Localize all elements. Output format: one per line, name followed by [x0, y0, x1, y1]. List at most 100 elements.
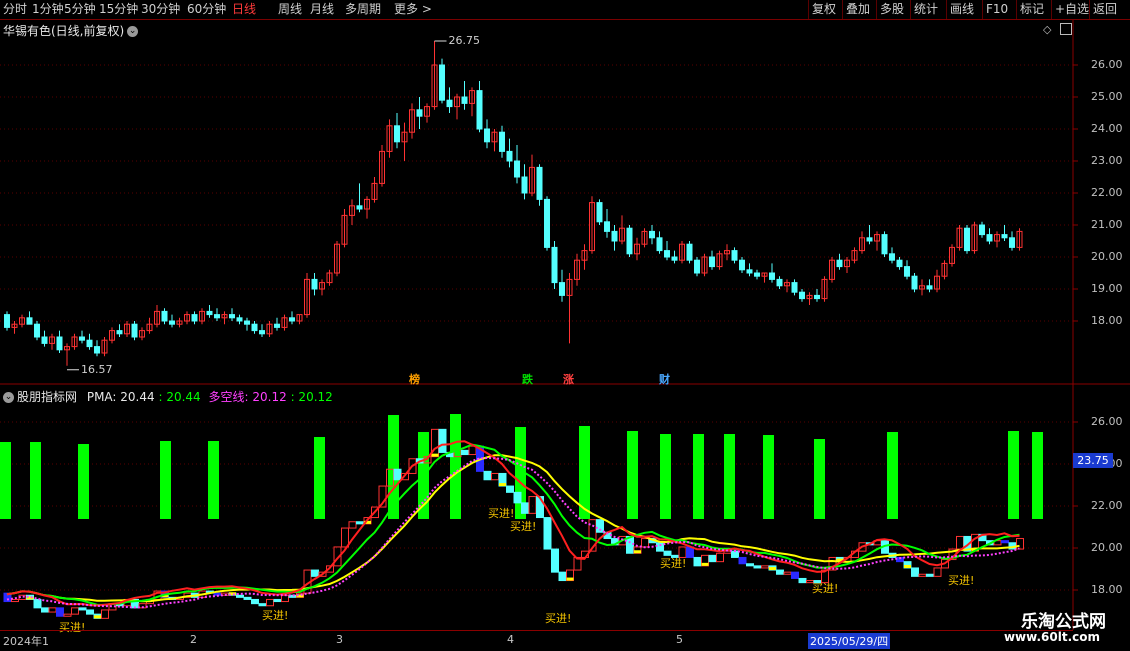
candle-body	[536, 166, 543, 200]
indicator-candle	[761, 565, 769, 569]
indicator-candle	[71, 607, 79, 615]
candle-body	[116, 330, 123, 335]
date-axis: 2024年1 2 3 4 5 2025/05/29/四	[0, 630, 1073, 651]
candle-body	[814, 294, 820, 300]
indicator-candle	[753, 565, 762, 569]
indicator-candle	[483, 470, 492, 481]
indicator-layer	[0, 414, 1043, 619]
indicator-candle	[528, 496, 537, 514]
event-marker[interactable]: 涨	[563, 371, 574, 387]
indicator-candle	[1016, 538, 1024, 550]
indicator-candle	[491, 472, 499, 481]
indicator-candle	[258, 603, 267, 607]
candle-body	[664, 250, 670, 258]
candle-body	[26, 317, 33, 325]
candle-body	[259, 330, 265, 335]
pma-label: PMA: 20.44	[86, 390, 155, 404]
indicator-candle	[266, 598, 274, 607]
indicator-flag	[634, 550, 641, 554]
indicator-title[interactable]: ⌄ 股朋指标网 PMA: 20.44 : 20.44 多空线: 20.12 : 2…	[3, 388, 333, 405]
signal-bar	[78, 444, 89, 519]
candle-body	[926, 285, 933, 290]
candle-body	[311, 278, 318, 290]
candle-body	[754, 272, 760, 277]
low-price-label: 16.57	[81, 362, 113, 376]
candle-body	[251, 323, 258, 332]
date-label: 3	[336, 633, 343, 646]
indicator-candle	[791, 571, 799, 579]
signal-bar	[1008, 431, 1019, 519]
candle-body	[979, 224, 985, 236]
candle-body	[559, 282, 565, 296]
signal-bar	[314, 437, 325, 519]
indicator-candle	[63, 613, 72, 617]
indicator-candle	[716, 552, 724, 563]
indicator-candle	[746, 563, 754, 567]
event-marker[interactable]: 榜	[409, 371, 420, 387]
pma-value: : 20.44	[158, 390, 201, 404]
indicator-candle	[798, 577, 807, 584]
candle-body	[881, 234, 888, 255]
candle-body	[244, 320, 250, 325]
chevron-down-icon[interactable]: ⌄	[3, 392, 14, 403]
signal-bar	[0, 442, 11, 519]
candle-body	[544, 198, 550, 248]
candle-body	[356, 205, 363, 210]
candle-body	[229, 314, 235, 319]
event-marker[interactable]: 跌	[522, 371, 533, 387]
y-tick-label: 18.00	[1091, 314, 1123, 327]
candle-body	[731, 250, 738, 261]
indicator-candle	[551, 548, 559, 573]
indicator-name: 股朋指标网	[17, 390, 78, 404]
buy-signal-label: 买进!	[262, 609, 289, 622]
indicator-candle	[776, 569, 784, 575]
indicator-candle	[56, 607, 64, 617]
indicator-price-marker: 23.75	[1073, 453, 1113, 468]
candle-body	[206, 310, 213, 316]
indicator-candle	[251, 598, 259, 605]
candle-body	[686, 243, 693, 261]
indicator-candle	[243, 596, 252, 600]
indicator-candle	[356, 521, 364, 525]
date-label: 2024年1	[3, 635, 49, 648]
indicator-candle	[1001, 540, 1009, 544]
candle-body	[79, 336, 85, 341]
indicator-candle	[341, 527, 349, 548]
buy-signal-label: 买进!	[948, 574, 975, 587]
indicator-candle	[918, 573, 927, 577]
indicator-flag	[431, 453, 439, 457]
indicator-flag	[904, 564, 911, 568]
y-tick-label: 19.00	[1091, 282, 1123, 295]
indicator-candle	[641, 538, 649, 548]
signal-bar	[450, 414, 461, 519]
date-label: 2	[190, 633, 197, 646]
candle-body	[964, 227, 970, 252]
y-tick-label: 20.00	[1091, 541, 1123, 554]
indicator-candle	[273, 598, 282, 603]
candles	[4, 41, 1023, 366]
candle-body	[904, 266, 910, 277]
candle-body	[551, 246, 558, 284]
event-marker[interactable]: 财	[659, 371, 670, 387]
y-tick-label: 22.00	[1091, 499, 1123, 512]
candle-body	[521, 176, 528, 194]
indicator-candle	[86, 609, 94, 615]
candle-body	[506, 150, 513, 162]
y-tick-label: 26.00	[1091, 58, 1123, 71]
indicator-candle	[101, 609, 109, 619]
candle-body	[439, 64, 445, 101]
indicator-candle	[521, 502, 529, 514]
candle-body	[911, 275, 918, 290]
candle-body	[514, 160, 520, 178]
y-tick-label: 23.00	[1091, 154, 1123, 167]
indicator-candle	[461, 449, 469, 456]
candle-body	[1001, 234, 1008, 239]
candle-body	[476, 90, 483, 130]
candle-body	[41, 336, 48, 344]
indicator-candle	[933, 567, 942, 577]
duokong-value: : 20.12	[290, 390, 333, 404]
candle-body	[461, 96, 468, 104]
signal-bar	[388, 415, 399, 519]
indicator-candle	[731, 550, 739, 558]
signal-bar	[724, 434, 735, 519]
